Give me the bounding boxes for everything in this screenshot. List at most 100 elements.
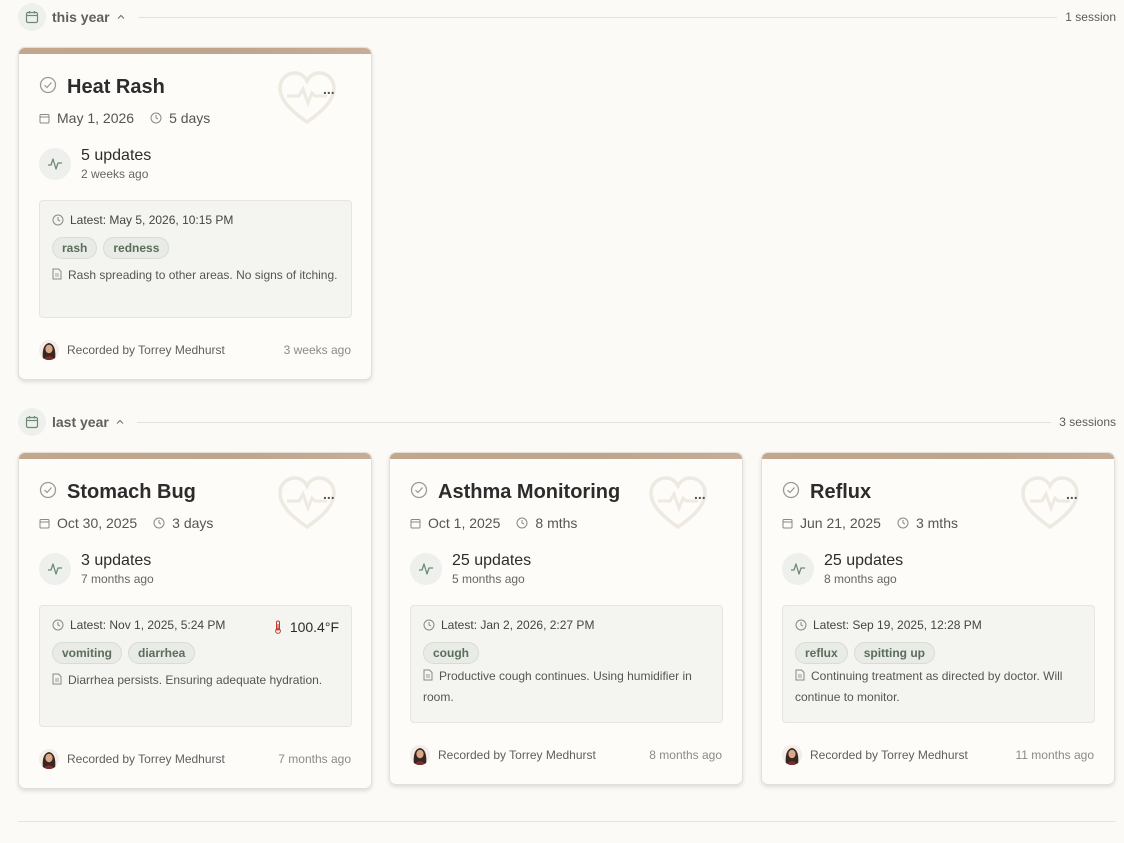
card-accent-bar [390, 453, 742, 459]
symptom-tag: rash [52, 237, 98, 259]
note-text: Continuing treatment as directed by doct… [795, 669, 1063, 704]
heart-pulse-icon [648, 475, 708, 536]
session-count: 3 sessions [1059, 415, 1116, 429]
recorded-by: Recorded by Torrey Medhurst [67, 752, 225, 766]
session-card[interactable]: ... Heat Rash May 1, 2026 5 days 5 updat… [18, 47, 372, 380]
clock-icon [52, 214, 64, 226]
divider [137, 16, 1058, 18]
calendar-icon [39, 113, 50, 124]
card-accent-bar [19, 48, 371, 54]
session-card[interactable]: ... Reflux Jun 21, 2025 3 mths 25 update… [761, 452, 1115, 785]
recorded-by: Recorded by Torrey Medhurst [67, 343, 225, 357]
activity-icon [39, 148, 71, 180]
session-card[interactable]: ... Stomach Bug Oct 30, 2025 3 days 3 up… [18, 452, 372, 789]
temperature-reading: 100.4°F [274, 619, 339, 635]
latest-update-box: Latest: Sep 19, 2025, 12:28 PM reflux sp… [782, 605, 1095, 723]
heart-pulse-icon [1020, 475, 1080, 536]
updates-count: 25 updates [824, 552, 904, 569]
activity-icon [39, 553, 71, 585]
updates-ago: 2 weeks ago [81, 167, 149, 181]
session-title: Heat Rash [67, 76, 165, 98]
recorded-by: Recorded by Torrey Medhurst [810, 748, 968, 762]
latest-update-box: Latest: Nov 1, 2025, 5:24 PM 100.4°F vom… [39, 605, 352, 727]
check-circle-icon [782, 481, 800, 504]
avatar [410, 745, 430, 765]
latest-update-box: Latest: May 5, 2026, 10:15 PM rash redne… [39, 200, 352, 318]
clock-icon [153, 517, 165, 529]
symptom-tag: spitting up [853, 642, 936, 664]
check-circle-icon [39, 481, 57, 504]
document-icon [423, 667, 433, 687]
update-note: Rash spreading to other areas. No signs … [52, 265, 342, 286]
calendar-icon [18, 3, 46, 31]
latest-timestamp: Latest: May 5, 2026, 10:15 PM [70, 213, 234, 227]
latest-timestamp: Latest: Nov 1, 2025, 5:24 PM [70, 618, 226, 632]
group-label: last year [52, 414, 109, 430]
session-duration: 3 days [172, 515, 214, 531]
update-note: Diarrhea persists. Ensuring adequate hyd… [52, 670, 342, 691]
more-icon[interactable]: ... [323, 487, 335, 501]
divider [18, 821, 1116, 822]
avatar [39, 749, 59, 769]
clock-icon [150, 112, 162, 124]
chevron-up-icon[interactable] [115, 417, 125, 427]
avatar [782, 745, 802, 765]
session-date: May 1, 2026 [57, 110, 135, 126]
document-icon [795, 667, 805, 687]
recorded-ago: 8 months ago [649, 748, 722, 762]
symptom-tag: cough [423, 642, 479, 664]
latest-timestamp: Latest: Jan 2, 2026, 2:27 PM [441, 618, 595, 632]
recorded-ago: 7 months ago [278, 752, 351, 766]
update-note: Continuing treatment as directed by doct… [795, 666, 1085, 707]
symptom-tag: diarrhea [128, 642, 196, 664]
latest-update-box: Latest: Jan 2, 2026, 2:27 PM cough Produ… [410, 605, 723, 723]
group-header-this-year[interactable]: this year 1 session [18, 3, 1116, 31]
clock-icon [516, 517, 528, 529]
symptom-tag: redness [103, 237, 170, 259]
session-date: Oct 1, 2025 [428, 515, 501, 531]
calendar-icon [782, 518, 793, 529]
clock-icon [897, 517, 909, 529]
avatar [39, 340, 59, 360]
thermometer-icon [274, 620, 282, 634]
update-note: Productive cough continues. Using humidi… [423, 666, 713, 707]
card-accent-bar [19, 453, 371, 459]
note-text: Productive cough continues. Using humidi… [423, 669, 692, 704]
session-count: 1 session [1065, 10, 1116, 24]
clock-icon [423, 619, 435, 631]
recorded-ago: 11 months ago [1015, 748, 1095, 762]
divider [136, 421, 1052, 423]
session-duration: 3 mths [915, 515, 958, 531]
group-header-last-year[interactable]: last year 3 sessions [18, 408, 1116, 436]
session-date: Jun 21, 2025 [800, 515, 881, 531]
updates-count: 25 updates [452, 552, 532, 569]
more-icon[interactable]: ... [323, 82, 335, 96]
calendar-icon [18, 408, 46, 436]
session-title: Reflux [810, 481, 872, 503]
document-icon [52, 671, 62, 691]
document-icon [52, 266, 62, 286]
note-text: Diarrhea persists. Ensuring adequate hyd… [68, 673, 323, 687]
calendar-icon [410, 518, 421, 529]
more-icon[interactable]: ... [694, 487, 706, 501]
updates-ago: 7 months ago [81, 572, 154, 586]
activity-icon [410, 553, 442, 585]
session-card[interactable]: ... Asthma Monitoring Oct 1, 2025 8 mths… [389, 452, 743, 785]
heart-pulse-icon [277, 475, 337, 536]
chevron-up-icon[interactable] [116, 12, 126, 22]
more-icon[interactable]: ... [1066, 487, 1078, 501]
heart-pulse-icon [277, 70, 337, 131]
activity-icon [782, 553, 814, 585]
updates-count: 5 updates [81, 147, 152, 164]
calendar-icon [39, 518, 50, 529]
session-title: Asthma Monitoring [438, 481, 621, 503]
group-label: this year [52, 9, 110, 25]
clock-icon [795, 619, 807, 631]
latest-timestamp: Latest: Sep 19, 2025, 12:28 PM [813, 618, 982, 632]
updates-count: 3 updates [81, 552, 152, 569]
note-text: Rash spreading to other areas. No signs … [68, 268, 338, 282]
session-duration: 5 days [169, 110, 211, 126]
symptom-tag: vomiting [52, 642, 122, 664]
session-date: Oct 30, 2025 [57, 515, 138, 531]
recorded-by: Recorded by Torrey Medhurst [438, 748, 596, 762]
